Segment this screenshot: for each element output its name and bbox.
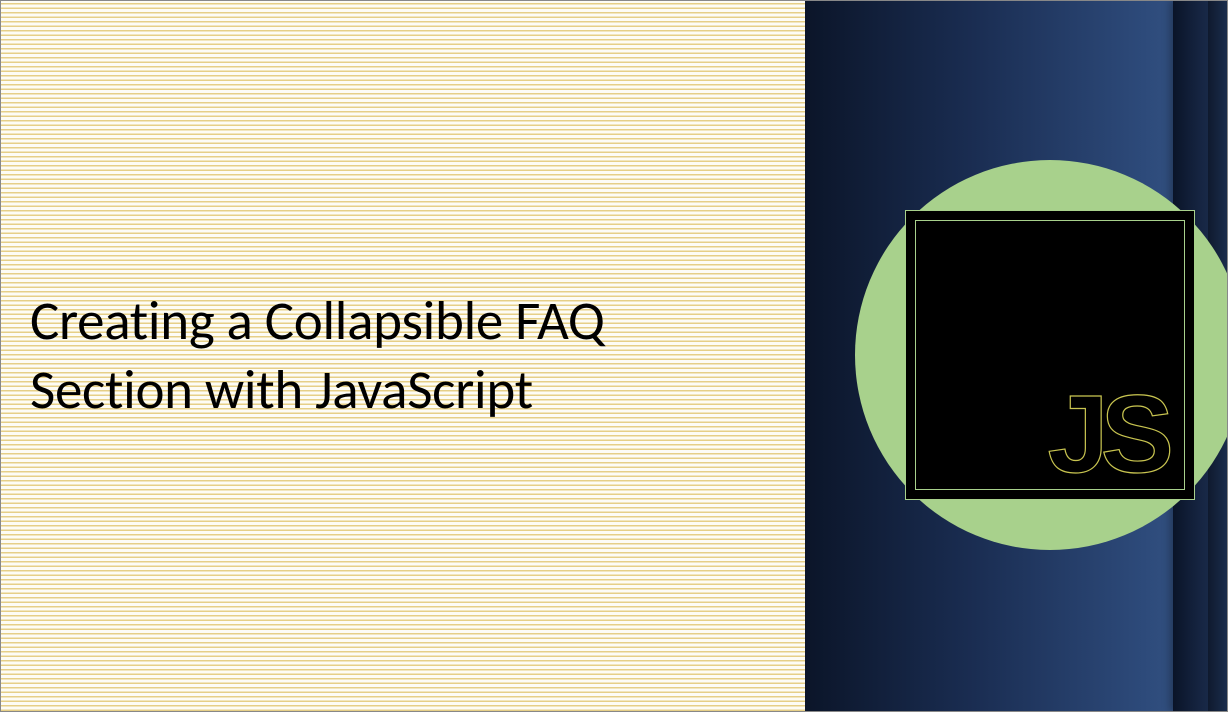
slide-title: Creating a Collapsible FAQ Section with … xyxy=(30,287,775,425)
js-logo-square-inner: J S xyxy=(915,220,1185,490)
js-letter-j: J xyxy=(1047,388,1100,482)
js-logo-square-outer: J S xyxy=(905,210,1195,500)
decoration-panel: J S xyxy=(805,0,1228,712)
js-letter-s: S xyxy=(1101,388,1169,482)
title-panel: Creating a Collapsible FAQ Section with … xyxy=(0,0,805,712)
js-logo-text: J S xyxy=(1047,388,1169,482)
presentation-slide: Creating a Collapsible FAQ Section with … xyxy=(0,0,1228,712)
js-logo-circle: J S xyxy=(855,160,1228,550)
